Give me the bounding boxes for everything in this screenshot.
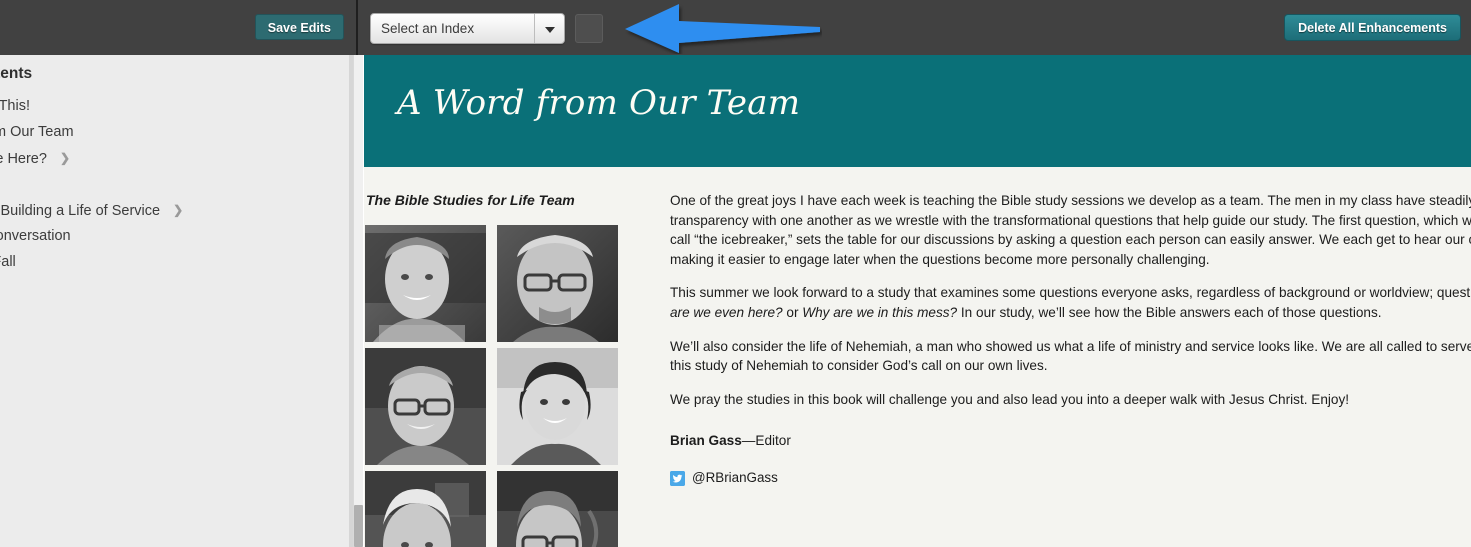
toolbar-left-pane: Save Edits [0, 0, 358, 55]
sidebar-item-label: he Conversation [0, 228, 71, 244]
page-body: The Bible Studies for Life Team One of t… [364, 167, 1471, 547]
editor-letter-column: One of the great joys I have each week i… [670, 167, 1471, 489]
sidebar-item-1[interactable]: d from Our Team [0, 119, 349, 145]
signature-name: Brian Gass [670, 433, 742, 449]
team-photo-grid [365, 225, 618, 547]
team-portrait-2-image [497, 225, 618, 342]
sidebar-item-label: re We Here? [0, 151, 47, 167]
signature-role: —Editor [741, 433, 791, 449]
sidebar-item-label: d from Our Team [0, 124, 74, 140]
sidebar-item-3[interactable]: g ❯ [0, 171, 349, 197]
sidebar-item-5[interactable]: he Conversation [0, 223, 349, 249]
letter-signature: Brian Gass—Editor [670, 423, 1471, 451]
index-select-dropdown[interactable]: Select an Index [370, 13, 565, 44]
letter-p2-text2: or [782, 304, 803, 320]
index-action-button[interactable] [575, 14, 603, 43]
twitter-handle-label[interactable]: @RBrianGass [692, 470, 778, 485]
page-title: A Word from Our Team [397, 83, 801, 123]
chevron-down-icon [545, 27, 555, 33]
top-toolbar: Save Edits Select an Index Delete All En… [0, 0, 1471, 55]
sidebar-item-label: niah: Building a Life of Service [0, 203, 161, 219]
sidebar-item-label: Miss This! [0, 98, 30, 114]
letter-paragraph-1: One of the great joys I have each week i… [670, 193, 1471, 267]
vertical-scrollbar-thumb[interactable] [354, 505, 363, 547]
sidebar-item-4[interactable]: niah: Building a Life of Service ❯ [0, 197, 349, 223]
app-root: Save Edits Select an Index Delete All En… [0, 0, 1471, 547]
team-portrait-4-image [497, 348, 618, 465]
index-select-value: Select an Index [381, 21, 475, 36]
twitter-bird-icon [670, 470, 685, 486]
team-section-heading: The Bible Studies for Life Team [366, 192, 575, 208]
toc-title: Contents [0, 65, 33, 82]
letter-paragraph-2: This summer we look forward to a study t… [670, 283, 1471, 322]
save-edits-button[interactable]: Save Edits [254, 14, 344, 40]
sidebar-item-2[interactable]: re We Here? ❯ [0, 145, 349, 171]
team-portrait-5-image [365, 471, 486, 547]
letter-paragraph-3: We’ll also consider the life of Nehemiah… [670, 338, 1471, 374]
vertical-scrollbar-track[interactable] [353, 55, 363, 547]
table-of-contents-sidebar: Contents Miss This! d from Our Team re W… [0, 55, 349, 547]
team-portrait-1-image [365, 225, 486, 342]
chevron-right-icon: ❯ [173, 203, 184, 217]
chevron-right-icon: ❯ [59, 151, 71, 165]
toc-list: Miss This! d from Our Team re We Here? ❯… [0, 93, 349, 275]
team-portrait-3-image [365, 348, 486, 465]
sidebar-item-label: g in Fall [0, 254, 16, 270]
index-select-divider [534, 14, 535, 43]
letter-p2-text3: In our study, we’ll see how the Bible an… [957, 304, 1382, 320]
page-banner: A Word from Our Team [364, 55, 1471, 167]
document-preview-pane: A Word from Our Team The Bible Studies f… [364, 55, 1471, 547]
sidebar-item-6[interactable]: g in Fall [0, 249, 349, 275]
team-portrait-6-image [497, 471, 618, 547]
letter-p2-italic2: Why are we in this mess? [802, 304, 958, 320]
twitter-row[interactable]: @RBrianGass [670, 470, 1471, 489]
letter-p2-text1: This summer we look forward to a study t… [670, 285, 1471, 301]
letter-paragraph-4: We pray the studies in this book will ch… [670, 391, 1350, 407]
delete-all-enhancements-button[interactable]: Delete All Enhancements [1284, 14, 1461, 41]
sidebar-item-0[interactable]: Miss This! [0, 93, 349, 119]
